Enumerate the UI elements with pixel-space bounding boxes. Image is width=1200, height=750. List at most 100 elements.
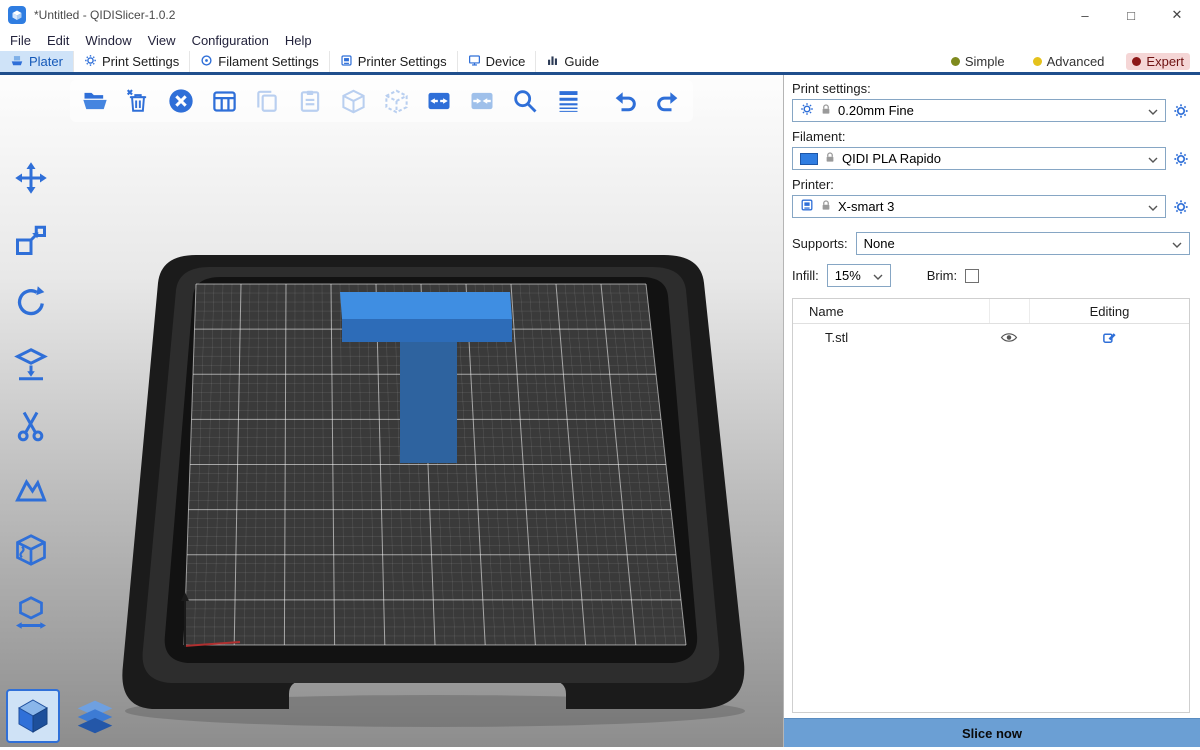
undo-button[interactable] [608,84,642,118]
scale-button[interactable] [8,217,54,263]
print-settings-gear-button[interactable] [1172,103,1190,119]
menu-window[interactable]: Window [77,33,139,48]
filament-value: QIDI PLA Rapido [842,151,941,166]
preview-view-button[interactable] [68,689,122,743]
slice-now-button[interactable]: Slice now [784,718,1200,747]
place-on-face-button[interactable] [8,341,54,387]
mode-advanced[interactable]: Advanced [1027,53,1111,70]
printer-label: Printer: [792,177,1190,192]
eye-icon[interactable] [989,324,1029,351]
object-edit-icon[interactable] [1029,324,1189,351]
menu-edit[interactable]: Edit [39,33,77,48]
app-logo-icon [8,6,26,24]
add-instance-button[interactable] [422,84,456,118]
menu-bar: File Edit Window View Configuration Help [0,30,1200,51]
delete-all-button[interactable] [164,84,198,118]
menu-configuration[interactable]: Configuration [184,33,277,48]
scene-canvas[interactable] [0,75,783,747]
column-editing: Editing [1029,299,1189,323]
simple-mode-dot-icon [951,57,960,66]
print-settings-label: Print settings: [792,81,1190,96]
rotate-button[interactable] [8,279,54,325]
printer-gear-button[interactable] [1172,199,1190,215]
infill-value: 15% [835,268,861,283]
printer-icon [800,198,814,215]
mode-simple[interactable]: Simple [945,53,1011,70]
settings-panel: Print settings: 0.20mm Fine Filament: QI… [783,75,1200,747]
preset-gear-icon [800,102,814,119]
expert-mode-dot-icon [1132,57,1141,66]
minimize-button[interactable]: – [1062,0,1108,30]
printer-value: X-smart 3 [838,199,894,214]
brim-label: Brim: [927,268,957,283]
supports-combo[interactable]: None [856,232,1190,255]
viewport-3d[interactable] [0,75,783,747]
close-button[interactable]: ✕ [1154,0,1200,30]
column-visibility [989,299,1029,323]
object-list: Name Editing T.stl [792,298,1190,713]
cut-button[interactable] [8,403,54,449]
tab-guide[interactable]: Guide [535,51,609,72]
measure-button[interactable] [8,589,54,635]
delete-button[interactable] [121,84,155,118]
lock-icon [824,151,836,167]
tab-printer-settings[interactable]: Printer Settings [329,51,457,72]
view-mode-buttons [6,689,122,743]
filament-gear-button[interactable] [1172,151,1190,167]
printer-combo[interactable]: X-smart 3 [792,195,1166,218]
tab-filament-settings[interactable]: Filament Settings [189,51,328,72]
menu-view[interactable]: View [140,33,184,48]
open-button[interactable] [78,84,112,118]
filament-label: Filament: [792,129,1190,144]
arrange-button[interactable] [207,84,241,118]
infill-label: Infill: [792,268,819,283]
paste-button[interactable] [293,84,327,118]
plater-icon [10,53,24,70]
menu-help[interactable]: Help [277,33,320,48]
paint-supports-button[interactable] [8,465,54,511]
editor-view-button[interactable] [6,689,60,743]
left-toolbar [8,155,54,635]
split-objects-button[interactable] [336,84,370,118]
mode-switcher: Simple Advanced Expert [945,51,1200,72]
column-name: Name [793,304,989,319]
mode-expert[interactable]: Expert [1126,53,1190,70]
guide-icon [546,54,559,70]
supports-label: Supports: [792,236,848,251]
advanced-mode-dot-icon [1033,57,1042,66]
move-button[interactable] [8,155,54,201]
split-parts-button[interactable] [379,84,413,118]
view-cube-icon [13,696,53,736]
remove-instance-button[interactable] [465,84,499,118]
redo-button[interactable] [651,84,685,118]
maximize-button[interactable]: □ [1108,0,1154,30]
supports-value: None [864,236,895,251]
print-settings-value: 0.20mm Fine [838,103,914,118]
print-settings-icon [84,54,97,70]
tab-bar: Plater Print Settings Filament Settings … [0,51,1200,75]
variable-layer-height-button[interactable] [551,84,585,118]
lock-icon [820,103,832,119]
seam-button[interactable] [8,527,54,573]
filament-combo[interactable]: QIDI PLA Rapido [792,147,1166,170]
search-button[interactable] [508,84,542,118]
layers-icon [72,693,118,739]
brim-checkbox[interactable] [965,269,979,283]
tab-print-settings[interactable]: Print Settings [73,51,189,72]
tab-device[interactable]: Device [457,51,536,72]
chevron-down-icon [1148,151,1158,166]
print-settings-combo[interactable]: 0.20mm Fine [792,99,1166,122]
title-bar: *Untitled - QIDISlicer-1.0.2 – □ ✕ [0,0,1200,30]
filament-icon [200,54,213,70]
tab-plater[interactable]: Plater [0,51,73,72]
device-icon [468,54,481,70]
window-title: *Untitled - QIDISlicer-1.0.2 [34,8,175,22]
menu-file[interactable]: File [2,33,39,48]
infill-combo[interactable]: 15% [827,264,891,287]
chevron-down-icon [1148,199,1158,214]
copy-button[interactable] [250,84,284,118]
chevron-down-icon [873,268,883,283]
object-list-header: Name Editing [793,299,1189,324]
top-toolbar [70,80,693,122]
object-list-row[interactable]: T.stl [793,324,1189,351]
